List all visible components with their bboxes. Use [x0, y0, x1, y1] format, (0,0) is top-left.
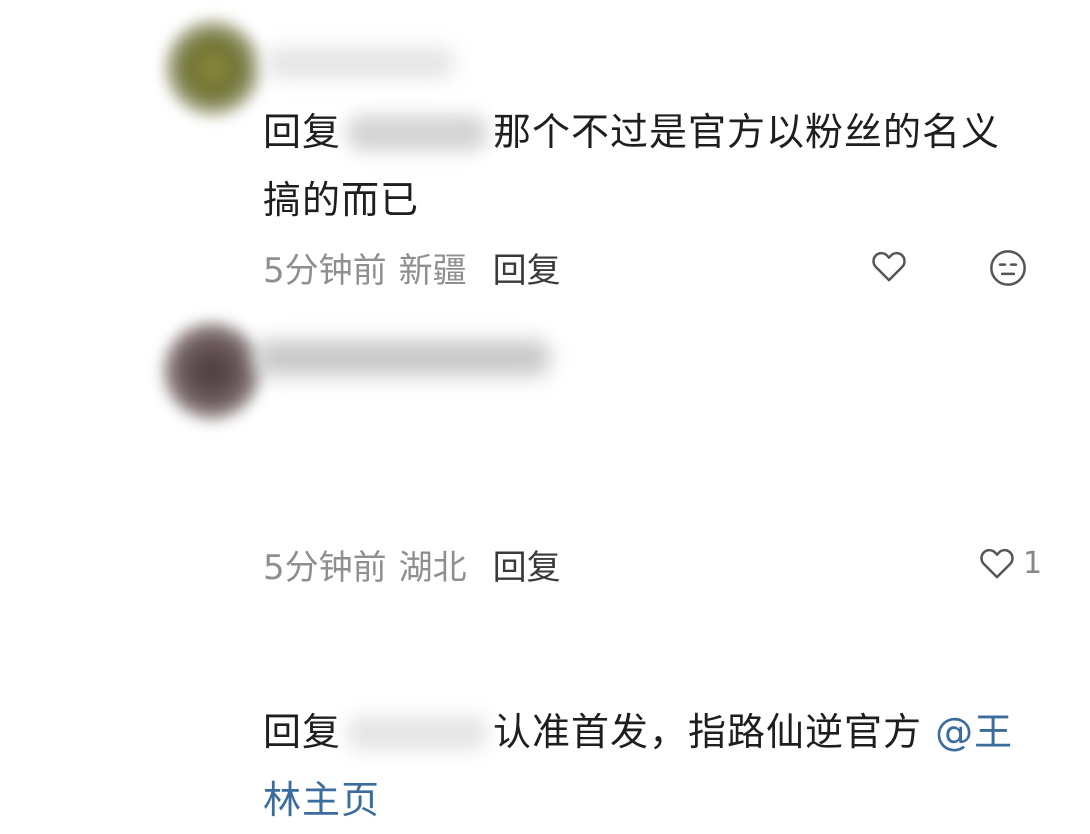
reaction-button[interactable]	[988, 248, 1028, 292]
comment-text: 回复 那个不过是官方以粉丝的名义搞的而已	[263, 98, 1033, 234]
comment-location: 湖北	[398, 548, 467, 588]
comment-body: 认准首发，指路仙逆官方	[493, 710, 936, 754]
like-button[interactable]	[869, 246, 909, 286]
comment-text: 回复 认准首发，指路仙逆官方 @王林主页	[263, 698, 1033, 834]
like-button[interactable]: 1	[977, 543, 1042, 583]
username-redacted[interactable]	[265, 48, 455, 78]
comment-time: 5分钟前	[263, 548, 387, 588]
like-count: 1	[1023, 545, 1043, 581]
comment-item: 回复 那个不过是官方以粉丝的名义搞的而已 5分钟前 新疆 回复	[0, 0, 1090, 300]
reply-button[interactable]: 回复	[493, 548, 561, 588]
avatar[interactable]	[165, 20, 261, 116]
heart-outline-icon	[872, 251, 906, 282]
heart-outline-icon	[980, 548, 1014, 579]
username-redacted[interactable]	[255, 340, 550, 376]
comment-location: 新疆	[398, 251, 467, 291]
comment-item: 回复 认准首发，指路仙逆官方 @王林主页 5分钟前 湖北 回复 1	[0, 300, 1090, 822]
avatar[interactable]	[163, 322, 261, 420]
reply-prefix: 回复	[263, 110, 342, 154]
reply-prefix: 回复	[263, 710, 342, 754]
reply-button[interactable]: 回复	[493, 251, 561, 291]
comment-meta: 5分钟前 湖北 回复	[263, 540, 561, 589]
comment-meta: 5分钟前 新疆 回复	[263, 243, 561, 292]
comment-time: 5分钟前	[263, 251, 387, 291]
redacted-reply-target[interactable]	[347, 115, 488, 151]
expressionless-face-icon	[990, 250, 1026, 286]
redacted-reply-target[interactable]	[347, 715, 488, 751]
